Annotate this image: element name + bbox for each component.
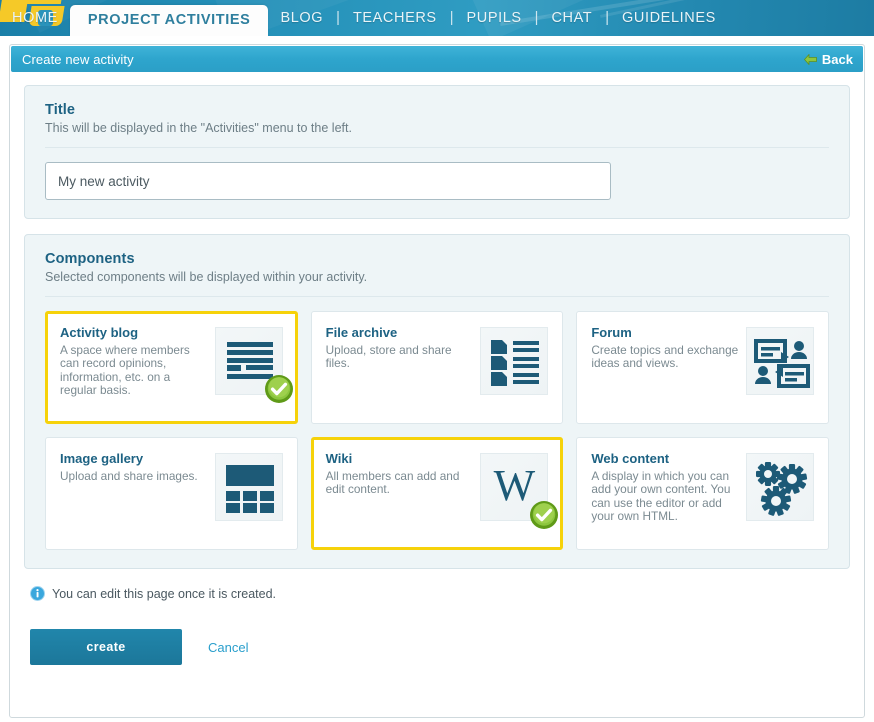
nav-tab-project-activities[interactable]: PROJECT ACTIVITIES: [69, 5, 269, 36]
nav-tab-chat[interactable]: CHAT: [539, 0, 604, 36]
component-card-wiki[interactable]: Wiki All members can add and edit content…: [310, 437, 564, 550]
nav-tab-guidelines[interactable]: GUIDELINES: [610, 0, 728, 36]
component-card-text: Wiki All members can add and edit content…: [326, 451, 476, 536]
component-grid: Activity blog A space where members can r…: [45, 311, 829, 550]
component-card-description: A space where members can record opinion…: [60, 343, 190, 398]
component-icon-box: [214, 327, 293, 403]
component-card-title: Image gallery: [60, 451, 144, 466]
top-navigation-bar: HOME PROJECT ACTIVITIES BLOG | TEACHERS | PUPI…: [0, 0, 874, 36]
selected-check-icon: [530, 501, 559, 529]
nav-tab-teachers[interactable]: TEACHERS: [341, 0, 449, 36]
component-card-description: Upload, store and share files.: [325, 343, 452, 371]
main-menu: HOME PROJECT ACTIVITIES BLOG | TEACHERS | PUPI…: [0, 0, 728, 36]
gears-icon: [756, 462, 808, 516]
component-card-title: File archive: [325, 325, 398, 340]
form-content: Title This will be displayed in the "Act…: [10, 73, 864, 665]
arrow-left-icon: [803, 53, 817, 65]
form-actions: create Cancel: [24, 629, 850, 665]
component-icon-box: [746, 327, 814, 395]
content-frame: Create new activity Back Title This will…: [9, 44, 865, 718]
component-card-description: A display in which you can add your own …: [591, 469, 731, 524]
file-list-icon: [491, 340, 540, 386]
component-icon-box: [480, 327, 549, 395]
component-card-title: Forum: [591, 325, 632, 340]
component-card-text: Forum Create topics and exchange ideas an…: [591, 325, 741, 410]
activity-title-input[interactable]: [45, 162, 611, 200]
create-button[interactable]: create: [30, 629, 182, 665]
component-card-title: Activity blog: [60, 325, 139, 340]
image-grid-icon: [225, 465, 274, 513]
component-card-web-content[interactable]: Web content A display in which you can ad…: [576, 437, 829, 550]
page-title: Create new activity: [22, 51, 134, 67]
info-icon: [30, 586, 45, 601]
nav-tab-pupils[interactable]: PUPILS: [454, 0, 533, 36]
nav-tab-blog[interactable]: BLOG: [268, 0, 335, 36]
nav-tab-home[interactable]: HOME: [0, 0, 70, 36]
selected-check-icon: [264, 375, 293, 403]
component-card-activity-blog[interactable]: Activity blog A space where members can r…: [45, 311, 298, 424]
forum-speech-people-icon: [754, 339, 810, 388]
component-card-file-archive[interactable]: File archive Upload, store and share file…: [310, 311, 564, 424]
section-header-bar: Create new activity Back: [11, 46, 863, 72]
component-card-description: All members can add and edit content.: [325, 469, 460, 497]
components-panel-subtext: Selected components will be displayed wi…: [45, 270, 368, 284]
title-panel: Title This will be displayed in the "Act…: [24, 85, 850, 219]
component-icon-box: [746, 453, 814, 521]
component-card-text: Image gallery Upload and share images.: [60, 451, 210, 536]
component-card-description: Create topics and exchange ideas and vie…: [591, 343, 739, 371]
back-link-label: Back: [821, 51, 853, 67]
info-note: You can edit this page once it is create…: [24, 584, 850, 601]
component-icon-box: W: [480, 453, 559, 529]
component-card-image-gallery[interactable]: Image gallery Upload and share images.: [45, 437, 298, 550]
component-card-title: Web content: [591, 451, 670, 466]
title-panel-heading: Title: [45, 102, 76, 118]
component-card-description: Upload and share images.: [60, 469, 198, 483]
page-body: Create new activity Back Title This will…: [0, 36, 874, 722]
back-link[interactable]: Back: [803, 51, 853, 67]
component-card-title: Wiki: [325, 451, 353, 466]
components-panel: Components Selected components will be d…: [24, 234, 850, 569]
cancel-button[interactable]: Cancel: [208, 640, 248, 655]
component-card-text: Web content A display in which you can ad…: [591, 451, 741, 536]
components-panel-heading: Components: [45, 251, 135, 267]
component-card-text: Activity blog A space where members can r…: [60, 325, 210, 410]
component-card-forum[interactable]: Forum Create topics and exchange ideas an…: [576, 311, 829, 424]
info-note-text: You can edit this page once it is create…: [52, 586, 276, 601]
component-icon-box: [214, 453, 283, 521]
divider: [45, 147, 829, 148]
divider: [45, 296, 829, 297]
title-panel-subtext: This will be displayed in the "Activitie…: [45, 121, 352, 135]
component-card-text: File archive Upload, store and share file…: [326, 325, 476, 410]
